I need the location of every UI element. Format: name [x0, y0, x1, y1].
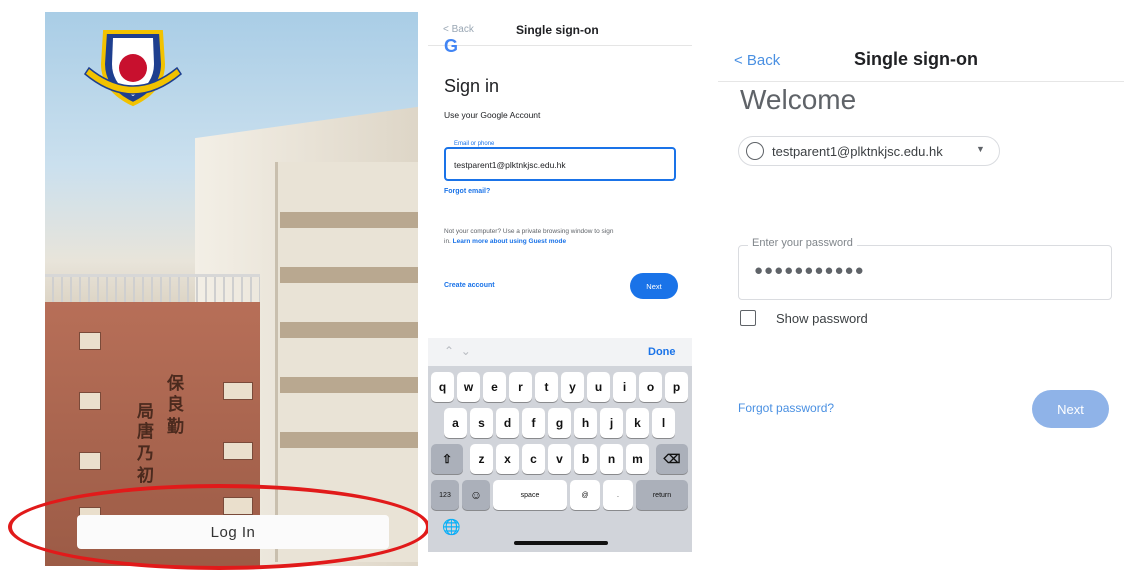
- password-field-label: Enter your password: [748, 237, 857, 249]
- building-sign-char: 勤: [167, 417, 184, 437]
- window: [223, 382, 253, 400]
- key[interactable]: g: [548, 408, 571, 438]
- email-field-value[interactable]: testparent1@plktnkjsc.edu.hk: [454, 160, 566, 170]
- account-circle-icon: [746, 142, 764, 160]
- guest-mode-link[interactable]: Learn more about using Guest mode: [453, 238, 566, 245]
- school-app-splash: 保 良 局 唐 勤 乃 初 Log In: [45, 12, 418, 566]
- show-password-label[interactable]: Show password: [776, 311, 868, 326]
- window: [79, 332, 101, 350]
- login-button[interactable]: Log In: [77, 515, 389, 549]
- balcony-stripe: [280, 212, 418, 228]
- window: [79, 392, 101, 410]
- key[interactable]: t: [535, 372, 558, 402]
- key[interactable]: z: [470, 444, 493, 474]
- email-field-label: Email or phone: [452, 141, 497, 147]
- key[interactable]: u: [587, 372, 610, 402]
- dot-key[interactable]: .: [603, 480, 633, 510]
- key[interactable]: f: [522, 408, 545, 438]
- sso-password-screen: < Back Single sign-on Welcome testparent…: [718, 40, 1124, 470]
- building-sign-char: 初: [137, 466, 154, 486]
- keyboard-nav-arrows-icon[interactable]: ⌃ ⌄: [444, 344, 471, 358]
- key[interactable]: y: [561, 372, 584, 402]
- balcony-stripe: [280, 432, 418, 448]
- key[interactable]: i: [613, 372, 636, 402]
- at-key[interactable]: @: [570, 480, 600, 510]
- guest-notice-line2: in. Learn more about using Guest mode: [444, 238, 566, 245]
- show-password-checkbox[interactable]: [740, 310, 756, 326]
- forgot-email-link[interactable]: Forgot email?: [444, 188, 490, 195]
- back-button[interactable]: < Back: [443, 24, 474, 35]
- key[interactable]: s: [470, 408, 493, 438]
- nav-title: Single sign-on: [854, 49, 978, 69]
- key[interactable]: p: [665, 372, 688, 402]
- key[interactable]: d: [496, 408, 519, 438]
- account-email: testparent1@plktnkjsc.edu.hk: [772, 144, 943, 159]
- key[interactable]: k: [626, 408, 649, 438]
- key[interactable]: n: [600, 444, 623, 474]
- key[interactable]: r: [509, 372, 532, 402]
- school-crest-logo: [84, 30, 182, 107]
- emoji-key-icon[interactable]: ☺: [462, 480, 490, 510]
- onscreen-keyboard: ⌃ ⌄ Done q w e r t y u i o p a s d f g h…: [428, 338, 692, 552]
- window: [79, 452, 101, 470]
- key[interactable]: h: [574, 408, 597, 438]
- balcony-stripe: [280, 322, 418, 338]
- google-signin-screen: < Back Single sign-on G Sign in Use your…: [428, 12, 692, 552]
- window: [223, 442, 253, 460]
- guest-notice-line1: Not your computer? Use a private browsin…: [444, 228, 614, 235]
- backspace-key-icon[interactable]: ⌫: [656, 444, 688, 474]
- page-title: Welcome: [740, 84, 857, 115]
- window: [223, 497, 253, 515]
- balcony-stripe: [280, 377, 418, 393]
- subtitle: Use your Google Account: [444, 110, 541, 120]
- globe-icon[interactable]: 🌐: [442, 518, 461, 536]
- key[interactable]: x: [496, 444, 519, 474]
- numbers-key[interactable]: 123: [431, 480, 459, 510]
- key[interactable]: e: [483, 372, 506, 402]
- return-key[interactable]: return: [636, 480, 688, 510]
- create-account-link[interactable]: Create account: [444, 282, 495, 289]
- key[interactable]: l: [652, 408, 675, 438]
- forgot-password-link[interactable]: Forgot password?: [738, 401, 834, 415]
- password-field-value[interactable]: ●●●●●●●●●●●: [754, 262, 865, 279]
- next-button[interactable]: Next: [630, 273, 678, 299]
- key[interactable]: w: [457, 372, 480, 402]
- key[interactable]: j: [600, 408, 623, 438]
- key[interactable]: o: [639, 372, 662, 402]
- back-button[interactable]: < Back: [734, 52, 780, 69]
- key[interactable]: q: [431, 372, 454, 402]
- nav-title: Single sign-on: [516, 23, 599, 37]
- balcony-stripe: [280, 267, 418, 283]
- page-title: Sign in: [444, 76, 500, 96]
- space-key[interactable]: space: [493, 480, 567, 510]
- key[interactable]: b: [574, 444, 597, 474]
- keyboard-done-button[interactable]: Done: [648, 346, 676, 358]
- rooftop-railing: [45, 274, 260, 304]
- guest-notice-text: in.: [444, 238, 453, 245]
- next-button[interactable]: Next: [1032, 390, 1109, 428]
- home-indicator[interactable]: [514, 541, 608, 545]
- key[interactable]: v: [548, 444, 571, 474]
- key[interactable]: c: [522, 444, 545, 474]
- shift-key-icon[interactable]: ⇧: [431, 444, 463, 474]
- key[interactable]: m: [626, 444, 649, 474]
- google-logo-icon: G: [444, 36, 459, 56]
- key[interactable]: a: [444, 408, 467, 438]
- chevron-down-icon: ▼: [976, 144, 985, 154]
